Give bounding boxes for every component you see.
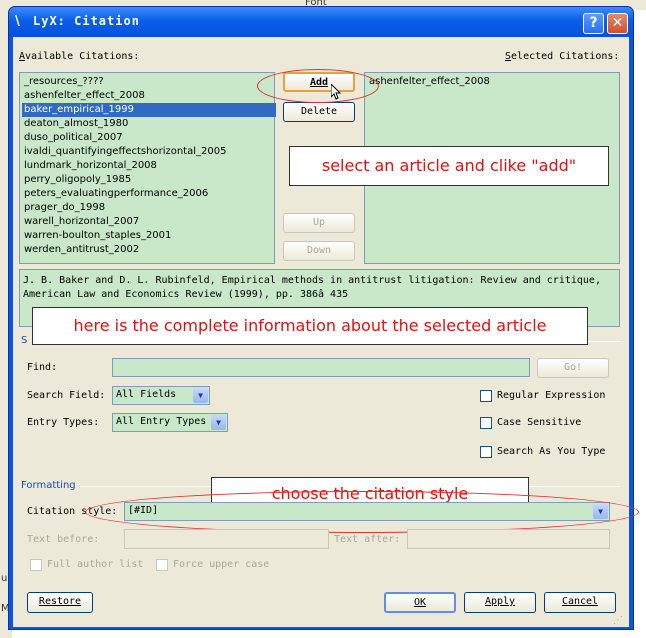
search-as-you-type-checkbox[interactable]	[480, 446, 492, 458]
title-bar[interactable]: \ LyX: Citation ? ✕	[9, 7, 633, 37]
apply-button[interactable]: Apply	[464, 592, 536, 613]
search-field-value: All Fields	[116, 389, 177, 400]
search-field-select[interactable]: All Fields ▼	[112, 386, 210, 405]
available-citation-item[interactable]: deaton_almost_1980	[22, 117, 130, 131]
full-author-list-checkbox[interactable]	[30, 559, 42, 571]
restore-button[interactable]: Restore	[27, 592, 93, 613]
available-citation-item[interactable]: lundmark_horizontal_2008	[22, 159, 159, 173]
down-button[interactable]: Down	[283, 241, 355, 261]
available-citation-item[interactable]: duso_political_2007	[22, 131, 125, 145]
available-citation-item[interactable]: peters_evaluatingperformance_2006	[22, 187, 210, 201]
available-citation-item[interactable]: werden_antitrust_2002	[22, 243, 141, 257]
selected-citations-label: Selected Citations:	[505, 51, 620, 62]
chevron-down-icon: ▼	[193, 388, 208, 403]
search-group-label: S	[21, 335, 28, 346]
group-divider	[588, 341, 620, 342]
available-citation-item[interactable]: _resources_????	[22, 75, 106, 89]
entry-types-label: Entry Types:	[27, 417, 100, 428]
force-upper-case-checkbox[interactable]	[156, 559, 168, 571]
available-citation-item[interactable]: ivaldi_quantifyingeffectshorizontal_2005	[22, 145, 228, 159]
window-title: LyX: Citation	[33, 14, 140, 28]
style-highlight-circle	[85, 491, 639, 533]
available-citation-item[interactable]: baker_empirical_1999	[22, 103, 276, 117]
entry-types-select[interactable]: All Entry Types ▼	[112, 413, 228, 432]
available-citation-item[interactable]: perry_oligopoly_1985	[22, 173, 133, 187]
text-after-input[interactable]	[407, 529, 610, 549]
regular-expression-checkbox[interactable]	[480, 390, 492, 402]
citation-dialog: \ LyX: Citation ? ✕ Available Citations:…	[8, 6, 639, 630]
find-input[interactable]	[112, 358, 530, 377]
add-hint-annotation: select an article and clike "add"	[289, 146, 609, 186]
full-author-list-label: Full author list	[47, 559, 144, 570]
text-before-label: Text before:	[27, 534, 100, 545]
force-upper-case-label: Force upper case	[173, 559, 270, 570]
formatting-group-label: Formatting	[21, 480, 76, 491]
available-citations-label: Available Citations:	[19, 51, 140, 62]
case-sensitive-checkbox[interactable]	[480, 417, 492, 429]
delete-button[interactable]: Delete	[283, 102, 355, 122]
case-sensitive-label: Case Sensitive	[497, 417, 582, 428]
lyx-logo-icon: \	[15, 14, 20, 29]
regular-expression-label: Regular Expression	[497, 390, 606, 401]
add-highlight-circle	[257, 69, 379, 103]
available-citations-list[interactable]: _resources_???? ashenfelter_effect_2008 ba…	[19, 72, 276, 264]
up-button[interactable]: Up	[283, 213, 355, 233]
available-citation-item[interactable]: warren-boulton_staples_2001	[22, 229, 173, 243]
chevron-down-icon: ▼	[211, 415, 226, 430]
resize-grip-icon[interactable]: ⋰	[613, 615, 625, 627]
cancel-button[interactable]: Cancel	[544, 592, 616, 613]
find-label: Find:	[27, 362, 58, 373]
background-letter: u	[1, 573, 8, 584]
help-button[interactable]: ?	[583, 13, 604, 34]
text-before-input[interactable]	[124, 529, 329, 549]
search-as-you-type-label: Search As You Type	[497, 446, 606, 457]
ok-button[interactable]: OK	[384, 592, 456, 613]
available-citation-item[interactable]: ashenfelter_effect_2008	[22, 89, 147, 103]
selected-citation-item[interactable]: ashenfelter_effect_2008	[367, 75, 492, 89]
entry-types-value: All Entry Types	[116, 416, 207, 427]
available-citation-item[interactable]: warell_horizontal_2007	[22, 215, 141, 229]
text-after-label: Text after:	[334, 534, 401, 545]
close-button[interactable]: ✕	[607, 13, 628, 34]
dialog-client: Available Citations: Selected Citations:…	[13, 37, 639, 627]
info-hint-annotation: here is the complete information about t…	[32, 307, 588, 345]
search-field-label: Search Field:	[27, 390, 106, 401]
available-citation-item[interactable]: prager_do_1998	[22, 201, 107, 215]
go-button[interactable]: Go!	[537, 358, 609, 378]
